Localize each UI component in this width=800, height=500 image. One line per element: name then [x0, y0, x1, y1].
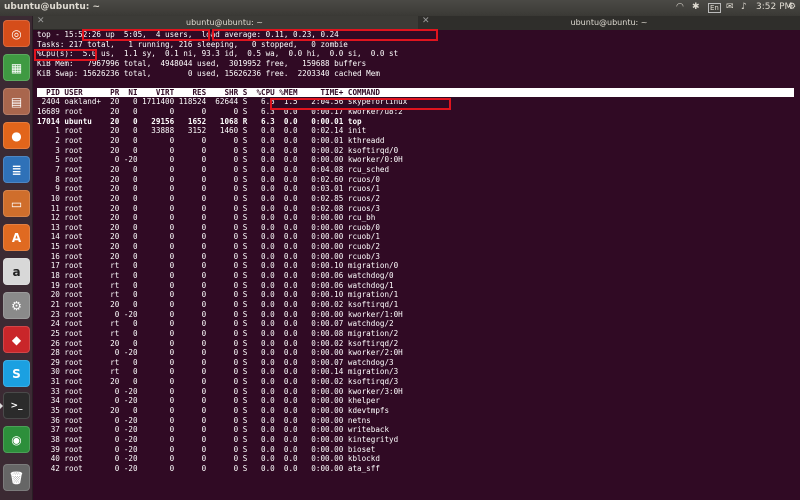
ubuntu-software-center-icon[interactable]: A: [3, 224, 30, 251]
summary-line: KiB Swap: 15626236 total, 0 used, 156262…: [37, 68, 380, 78]
running-indicator-icon: [0, 403, 3, 409]
process-row: 37 root 0 -20 0 0 0 S 0.0 0.0 0:00.00 wr…: [37, 425, 390, 435]
process-row: 25 root rt 0 0 0 0 S 0.0 0.0 0:00.08 mig…: [37, 328, 399, 338]
process-table-header: PID USER PR NI VIRT RES SHR S %CPU %MEM …: [37, 87, 794, 98]
process-row: 8 root 20 0 0 0 0 S 0.0 0.0 0:02.60 rcuo…: [37, 174, 380, 184]
terminal-view[interactable]: top - 15:52:26 up 5:05, 4 users, load av…: [33, 29, 800, 500]
highlight-load-average: [212, 29, 438, 41]
process-row: 10 root 20 0 0 0 0 S 0.0 0.0 0:02.85 rcu…: [37, 193, 380, 203]
highlight-skype-process: [270, 98, 451, 110]
process-row: 7 root 20 0 0 0 0 S 0.0 0.0 0:04.08 rcu_…: [37, 164, 390, 174]
app-red-icon[interactable]: ◆: [3, 326, 30, 353]
process-row: 23 root 0 -20 0 0 0 S 0.0 0.0 0:00.00 kw…: [37, 309, 403, 319]
process-row: 29 root rt 0 0 0 0 S 0.0 0.0 0:00.07 wat…: [37, 357, 394, 367]
clock[interactable]: 3:52 PM: [756, 2, 792, 12]
summary-line: %Cpu(s): 5.0 us, 1.1 sy, 0.1 ni, 93.3 id…: [37, 49, 399, 59]
process-row: 19 root rt 0 0 0 0 S 0.0 0.0 0:00.06 wat…: [37, 280, 394, 290]
process-row: 36 root 0 -20 0 0 0 S 0.0 0.0 0:00.00 ne…: [37, 415, 371, 425]
volume-icon[interactable]: ♪: [741, 2, 747, 12]
process-row: 11 root 20 0 0 0 0 S 0.0 0.0 0:02.08 rcu…: [37, 203, 380, 213]
process-row: 14 root 20 0 0 0 0 S 0.0 0.0 0:00.00 rcu…: [37, 232, 380, 242]
skype-icon[interactable]: S: [3, 360, 30, 387]
terminal-icon[interactable]: >_: [0, 392, 30, 419]
chrome-icon[interactable]: ◉: [3, 426, 30, 453]
window-title: ubuntu@ubuntu: ~: [4, 2, 101, 12]
tab-label: ubuntu@ubuntu: ~: [570, 18, 648, 27]
process-row: 1 root 20 0 33888 3152 1460 S 0.0 0.0 0:…: [37, 126, 367, 136]
process-row: 12 root 20 0 0 0 0 S 0.0 0.0 0:00.00 rcu…: [37, 213, 376, 223]
process-row: 3 root 20 0 0 0 0 S 0.0 0.0 0:00.02 ksof…: [37, 145, 399, 155]
process-row: 21 root 20 0 0 0 0 S 0.0 0.0 0:00.02 kso…: [37, 299, 399, 309]
process-row: 2 root 20 0 0 0 0 S 0.0 0.0 0:00.01 kthr…: [37, 136, 385, 146]
terminal-tab-bar: ✕ ubuntu@ubuntu: ~ ✕ ubuntu@ubuntu: ~: [33, 16, 800, 30]
process-row: 34 root 0 -20 0 0 0 S 0.0 0.0 0:00.00 kh…: [37, 396, 380, 406]
keyboard-layout-indicator[interactable]: En: [708, 3, 721, 13]
highlight-cpu-us: [34, 49, 97, 61]
libreoffice-calc-icon[interactable]: ▦: [3, 54, 30, 81]
process-row: 17014 ubuntu 20 0 29156 1652 1068 R 6.3 …: [37, 116, 362, 126]
process-row: 39 root 0 -20 0 0 0 S 0.0 0.0 0:00.00 bi…: [37, 444, 376, 454]
tab-terminal-1[interactable]: ✕ ubuntu@ubuntu: ~: [33, 16, 416, 30]
process-row: 13 root 20 0 0 0 0 S 0.0 0.0 0:00.00 rcu…: [37, 222, 380, 232]
process-row: 24 root rt 0 0 0 0 S 0.0 0.0 0:00.07 wat…: [37, 319, 394, 329]
ubuntu-dash-icon[interactable]: ◎: [3, 20, 30, 47]
process-row: 28 root 0 -20 0 0 0 S 0.0 0.0 0:00.00 kw…: [37, 348, 403, 358]
file-manager-icon[interactable]: ▤: [3, 88, 30, 115]
wifi-icon[interactable]: ◠: [676, 2, 684, 12]
libreoffice-impress-icon[interactable]: ▭: [3, 190, 30, 217]
process-row: 31 root 20 0 0 0 0 S 0.0 0.0 0:00.02 kso…: [37, 377, 399, 387]
launcher: ◎ ▦ ▤ ● ≣ ▭ Aa ⚙ ◆ S >_ ◉ 🗑: [0, 16, 33, 500]
terminal-scrollbar[interactable]: [794, 30, 800, 500]
power-gear-icon[interactable]: ⚙: [788, 2, 796, 12]
highlight-uptime: [82, 29, 210, 41]
system-settings-icon[interactable]: ⚙: [3, 292, 30, 319]
process-row: 38 root 0 -20 0 0 0 S 0.0 0.0 0:00.00 ki…: [37, 434, 399, 444]
amazon-icon[interactable]: a: [3, 258, 30, 285]
process-row: 5 root 0 -20 0 0 0 S 0.0 0.0 0:00.00 kwo…: [37, 155, 403, 165]
libreoffice-writer-icon[interactable]: ≣: [3, 156, 30, 183]
process-row: 15 root 20 0 0 0 0 S 0.0 0.0 0:00.00 rcu…: [37, 242, 380, 252]
process-row: 35 root 20 0 0 0 0 S 0.0 0.0 0:00.00 kde…: [37, 405, 390, 415]
process-row: 9 root 20 0 0 0 0 S 0.0 0.0 0:03.01 rcuo…: [37, 184, 380, 194]
process-row: 42 root 0 -20 0 0 0 S 0.0 0.0 0:00.00 at…: [37, 463, 380, 473]
tab-label: ubuntu@ubuntu: ~: [186, 18, 263, 27]
process-row: 30 root rt 0 0 0 0 S 0.0 0.0 0:00.14 mig…: [37, 367, 399, 377]
process-row: 33 root 0 -20 0 0 0 S 0.0 0.0 0:00.00 kw…: [37, 386, 403, 396]
mail-icon[interactable]: ✉: [726, 2, 734, 12]
firefox-icon[interactable]: ●: [3, 122, 30, 149]
process-row: 18 root rt 0 0 0 0 S 0.0 0.0 0:00.06 wat…: [37, 271, 394, 281]
process-row: 16 root 20 0 0 0 0 S 0.0 0.0 0:00.00 rcu…: [37, 251, 380, 261]
top-panel: ubuntu@ubuntu: ~ ◠ ✱ En ✉ ♪ 3:52 PM ⚙: [0, 0, 800, 16]
process-row: 26 root 20 0 0 0 0 S 0.0 0.0 0:00.02 kso…: [37, 338, 399, 348]
summary-line: Tasks: 217 total, 1 running, 216 sleepin…: [37, 39, 348, 49]
trash-icon[interactable]: 🗑: [3, 464, 30, 491]
summary-line: KiB Mem: 7967996 total, 4948044 used, 30…: [37, 58, 367, 68]
tab-terminal-2[interactable]: ✕ ubuntu@ubuntu: ~: [418, 16, 800, 30]
bluetooth-icon[interactable]: ✱: [692, 2, 700, 12]
summary-line: [37, 78, 794, 88]
top-output: top - 15:52:26 up 5:05, 4 users, load av…: [37, 30, 794, 473]
process-row: 40 root 0 -20 0 0 0 S 0.0 0.0 0:00.00 kb…: [37, 454, 380, 464]
process-row: 20 root rt 0 0 0 0 S 0.0 0.0 0:00.10 mig…: [37, 290, 399, 300]
process-row: 17 root rt 0 0 0 0 S 0.0 0.0 0:00.10 mig…: [37, 261, 399, 271]
